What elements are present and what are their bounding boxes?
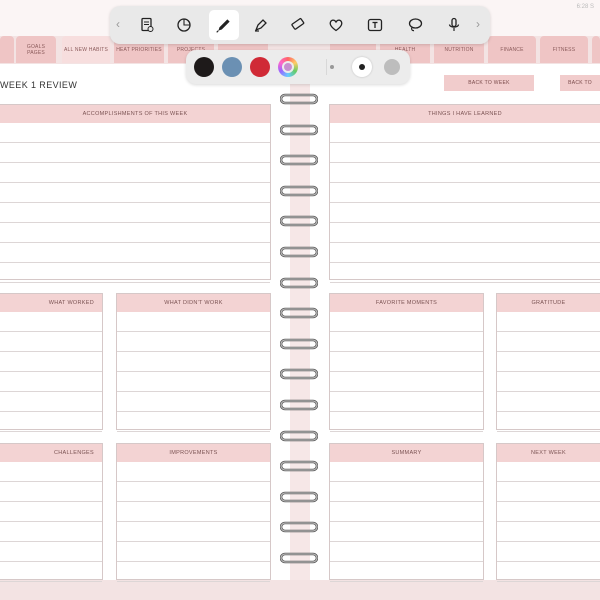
chevron-left-icon[interactable]: ‹ [116,17,120,31]
improvements-box[interactable]: IMPROVEMENTS [116,443,271,582]
spiral-ring [280,368,318,380]
tab-fitness[interactable]: FITNESS [540,36,588,63]
things-learned-box[interactable]: THINGS I HAVE LEARNED [329,104,600,283]
improvements-header: IMPROVEMENTS [117,444,270,462]
size-large-dot[interactable] [384,59,400,75]
textbox-icon[interactable] [363,13,387,37]
spiral-ring [280,307,318,319]
bottom-strip [0,580,600,600]
pen-icon[interactable] [209,10,239,40]
pen-toolbar: ‹ › [110,6,490,44]
color-red-swatch[interactable] [250,57,270,77]
lasso-icon[interactable] [403,13,427,37]
what-worked-box[interactable]: WHAT WORKED [0,293,103,432]
back-to-week-button[interactable]: BACK TO WEEK [444,75,534,91]
tab-habits[interactable]: ALL NEW HABITS [62,36,110,63]
eraser-icon[interactable] [286,13,310,37]
spiral-ring [280,338,318,350]
accomplishments-box[interactable]: ACCOMPLISHMENTS OF THIS WEEK [0,104,271,283]
spiral-ring [280,124,318,136]
next-week-box[interactable]: NEXT WEEK [496,443,600,582]
gratitude-box[interactable]: GRATITUDE [496,293,600,432]
spiral-ring [280,399,318,411]
size-medium-button[interactable] [352,57,372,77]
color-wheel-icon[interactable] [278,57,298,77]
spiral-ring [280,521,318,533]
chevron-right-icon[interactable]: › [476,17,480,31]
highlighter-icon[interactable] [249,13,273,37]
page-title: WEEK 1 REVIEW [0,80,78,90]
next-week-header: NEXT WEEK [497,444,600,462]
what-worked-header: WHAT WORKED [0,294,102,312]
accomplishments-header: ACCOMPLISHMENTS OF THIS WEEK [0,105,270,123]
color-picker-bar [186,50,410,84]
what-didnt-work-header: WHAT DIDN'T WORK [117,294,270,312]
things-learned-header: THINGS I HAVE LEARNED [330,105,600,123]
gratitude-header: GRATITUDE [497,294,600,312]
status-time: 6:28 S [576,4,594,10]
color-blue-swatch[interactable] [222,57,242,77]
document-icon[interactable] [135,13,159,37]
summary-header: SUMMARY [330,444,483,462]
challenges-header: CHALLENGES [0,444,102,462]
summary-box[interactable]: SUMMARY [329,443,484,582]
spiral-ring [280,491,318,503]
spiral-ring [280,460,318,472]
favorite-moments-header: FAVORITE MOMENTS [330,294,483,312]
sticker-heart-icon[interactable] [324,13,348,37]
shapes-icon[interactable] [172,13,196,37]
spiral-ring [280,154,318,166]
back-to-button[interactable]: BACK TO [560,75,600,91]
tab-0[interactable] [0,36,14,63]
spiral-ring [280,277,318,289]
divider [326,59,327,75]
what-didnt-work-box[interactable]: WHAT DIDN'T WORK [116,293,271,432]
spiral-ring [280,246,318,258]
favorite-moments-box[interactable]: FAVORITE MOMENTS [329,293,484,432]
spiral-ring [280,93,318,105]
spiral-ring [280,185,318,197]
spiral-ring [280,552,318,564]
microphone-icon[interactable] [442,13,466,37]
tab-finance[interactable]: FINANCE [488,36,536,63]
spiral-ring [280,430,318,442]
tab-goals[interactable]: GOALS PAGES [16,36,56,63]
color-black-swatch[interactable] [194,57,214,77]
size-small-dot[interactable] [330,65,334,69]
spiral-ring [280,215,318,227]
challenges-box[interactable]: CHALLENGES [0,443,103,582]
tab-11[interactable] [592,36,600,63]
